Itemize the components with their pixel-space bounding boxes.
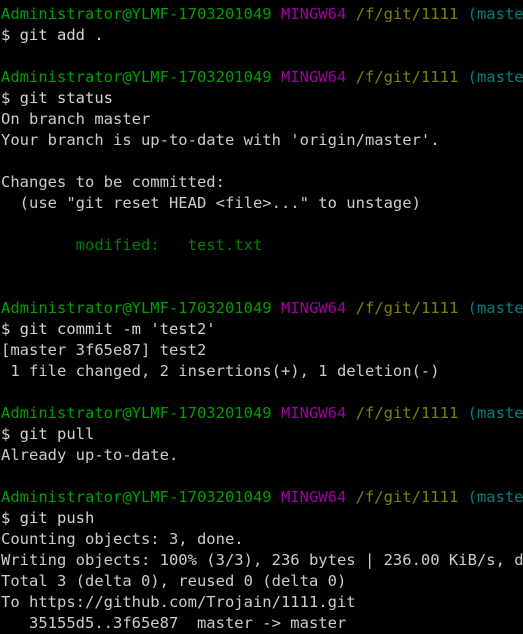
output-line: Changes to be committed: <box>1 172 523 193</box>
output-line: 1 file changed, 2 insertions(+), 1 delet… <box>1 361 523 382</box>
command-symbol: $ <box>1 509 20 527</box>
terminal-window[interactable]: Administrator@YLMF-1703201049 MINGW64 /f… <box>0 0 523 632</box>
output-line: [master 3f65e87] test2 <box>1 340 523 361</box>
prompt-user-host: Administrator@YLMF-1703201049 <box>1 488 272 506</box>
prompt-env: MINGW64 <box>280 5 347 23</box>
output-text: [master 3f65e87] test2 <box>1 341 207 359</box>
output-line: 35155d5..3f65e87 master -> master <box>1 613 523 634</box>
command-line: $ git commit -m 'test2' <box>1 319 523 340</box>
prompt-branch: (master) <box>467 5 523 23</box>
command-symbol: $ <box>1 26 20 44</box>
command-text: git add . <box>19 26 104 44</box>
output-text: Changes to be committed: <box>1 173 225 191</box>
command-symbol: $ <box>1 320 20 338</box>
output-text: To https://github.com/Trojain/1111.git <box>1 593 356 611</box>
prompt-path: /f/git/1111 <box>355 299 459 317</box>
staged-file-text: modified: test.txt <box>1 236 263 254</box>
command-symbol: $ <box>1 425 20 443</box>
output-line: To https://github.com/Trojain/1111.git <box>1 592 523 613</box>
prompt-env: MINGW64 <box>280 404 347 422</box>
prompt-user-host: Administrator@YLMF-1703201049 <box>1 68 272 86</box>
prompt-path: /f/git/1111 <box>355 488 459 506</box>
prompt-line: Administrator@YLMF-1703201049 MINGW64 /f… <box>1 298 523 319</box>
output-text: Your branch is up-to-date with 'origin/m… <box>1 131 440 149</box>
prompt-branch: (master) <box>467 404 523 422</box>
output-text: Total 3 (delta 0), reused 0 (delta 0) <box>1 572 347 590</box>
prompt-line: Administrator@YLMF-1703201049 MINGW64 /f… <box>1 487 523 508</box>
prompt-path: /f/git/1111 <box>355 404 459 422</box>
terminal-screen[interactable]: Administrator@YLMF-1703201049 MINGW64 /f… <box>0 0 523 634</box>
staged-file-line: modified: test.txt <box>1 235 523 256</box>
prompt-line: Administrator@YLMF-1703201049 MINGW64 /f… <box>1 67 523 88</box>
output-text: 1 file changed, 2 insertions(+), 1 delet… <box>1 362 440 380</box>
output-line: Counting objects: 3, done. <box>1 529 523 550</box>
prompt-env: MINGW64 <box>280 68 347 86</box>
command-text: git push <box>19 509 95 527</box>
output-line: (use "git reset HEAD <file>..." to unsta… <box>1 193 523 214</box>
prompt-user-host: Administrator@YLMF-1703201049 <box>1 5 272 23</box>
command-line: $ git status <box>1 88 523 109</box>
output-text: On branch master <box>1 110 151 128</box>
prompt-line: Administrator@YLMF-1703201049 MINGW64 /f… <box>1 4 523 25</box>
output-text: Writing objects: 100% (3/3), 236 bytes |… <box>1 551 523 569</box>
output-text: Already up-to-date. <box>1 446 179 464</box>
output-text: (use "git reset HEAD <file>..." to unsta… <box>1 194 421 212</box>
command-text: git pull <box>19 425 95 443</box>
prompt-path: /f/git/1111 <box>355 68 459 86</box>
prompt-user-host: Administrator@YLMF-1703201049 <box>1 404 272 422</box>
output-text: Counting objects: 3, done. <box>1 530 244 548</box>
command-text: git commit -m 'test2' <box>19 320 216 338</box>
output-line: On branch master <box>1 109 523 130</box>
prompt-branch: (master) <box>467 68 523 86</box>
prompt-branch: (master) <box>467 488 523 506</box>
prompt-env: MINGW64 <box>280 299 347 317</box>
output-line: Your branch is up-to-date with 'origin/m… <box>1 130 523 151</box>
prompt-user-host: Administrator@YLMF-1703201049 <box>1 299 272 317</box>
command-line: $ git push <box>1 508 523 529</box>
prompt-path: /f/git/1111 <box>355 5 459 23</box>
command-line: $ git add . <box>1 25 523 46</box>
prompt-env: MINGW64 <box>280 488 347 506</box>
output-line: Total 3 (delta 0), reused 0 (delta 0) <box>1 571 523 592</box>
output-text: 35155d5..3f65e87 master -> master <box>1 614 347 632</box>
command-line: $ git pull <box>1 424 523 445</box>
command-text: git status <box>19 89 113 107</box>
command-symbol: $ <box>1 89 20 107</box>
output-line: Already up-to-date. <box>1 445 523 466</box>
prompt-line: Administrator@YLMF-1703201049 MINGW64 /f… <box>1 403 523 424</box>
prompt-branch: (master) <box>467 299 523 317</box>
